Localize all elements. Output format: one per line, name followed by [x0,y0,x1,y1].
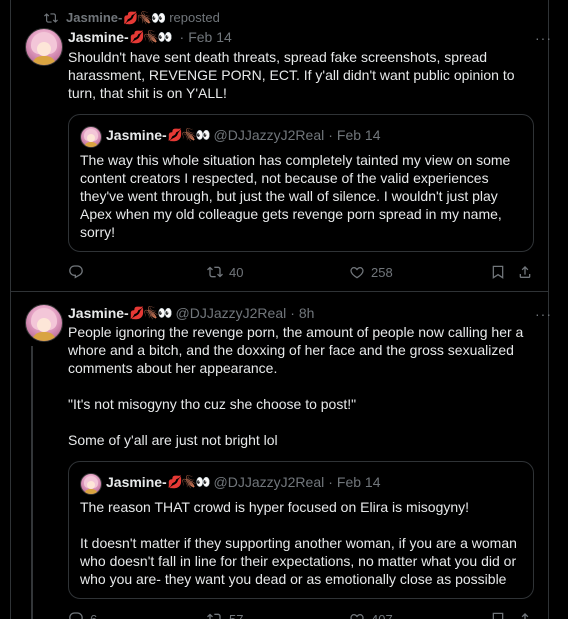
like-icon [350,614,364,619]
quote-user-name: Jasmine- [106,127,167,143]
quote-timestamp: Feb 14 [336,474,381,490]
quote-user-emoji: 💋🪳👀 [167,128,211,142]
quote-header: Jasmine- 💋🪳👀 @DJJazzyJ2Real · Feb 14 [106,474,380,490]
user-name[interactable]: Jasmine- [68,305,129,321]
repost-count: 40 [229,264,244,280]
reply-count: 6 [90,611,98,619]
column-border-left [10,0,11,619]
like-icon [350,267,364,279]
like-count: 258 [371,264,393,280]
repost-icon [207,613,221,619]
quote-text: The way this whole situation has complet… [80,152,511,240]
quote-header: Jasmine- 💋🪳👀 @DJJazzyJ2Real · Feb 14 [106,127,380,143]
quote-user-emoji: 💋🪳👀 [167,475,211,489]
share-icon [521,613,529,619]
like-count: 407 [371,611,393,619]
tweet-header: Jasmine- 💋🪳👀 @DJJazzyJ2Real · 8h [68,305,314,321]
repost-indicator[interactable]: Jasmine- 💋🪳👀 reposted [44,10,220,25]
reply-button[interactable] [68,264,90,280]
quote-avatar [80,473,102,495]
quote-user-handle: @DJJazzyJ2Real [213,127,325,143]
repost-user-emoji: 💋🪳👀 [123,10,166,25]
quoted-tweet[interactable]: Jasmine- 💋🪳👀 @DJJazzyJ2Real · Feb 14 The… [68,114,534,252]
timestamp[interactable]: 8h [299,305,315,321]
like-button[interactable]: 258 [349,264,393,280]
quote-avatar [80,126,102,148]
user-handle[interactable]: @DJJazzyJ2Real [176,305,287,321]
repost-user-name[interactable]: Jasmine- [66,10,122,25]
quoted-tweet[interactable]: Jasmine- 💋🪳👀 @DJJazzyJ2Real · Feb 14 The… [68,461,534,599]
separator-dot: · [328,127,333,143]
more-icon[interactable]: ··· [535,306,552,322]
separator-dot: · [290,305,295,321]
timeline: Jasmine- 💋🪳👀 reposted Jasmine- 💋🪳👀 · Feb… [0,0,568,619]
share-icon [519,266,531,278]
more-icon[interactable]: ··· [535,30,552,46]
tweet-header: Jasmine- 💋🪳👀 · Feb 14 [68,29,232,45]
tweet-text: People ignoring the revenge porn, the am… [68,324,524,448]
bookmark-button[interactable] [490,611,512,619]
avatar[interactable] [25,304,63,342]
repost-icon [44,12,58,23]
quote-user-handle: @DJJazzyJ2Real [213,474,325,490]
bookmark-icon [492,265,504,279]
reply-icon [69,265,83,279]
tweet-divider [11,291,548,292]
separator-dot: · [328,474,333,490]
share-button[interactable] [517,264,539,280]
repost-button[interactable]: 57 [207,611,243,619]
reply-icon [69,612,83,619]
timestamp[interactable]: Feb 14 [188,29,232,45]
user-name[interactable]: Jasmine- [68,29,129,45]
repost-count: 57 [229,611,244,619]
quote-text: The reason THAT crowd is hyper focused o… [80,499,517,587]
quote-user-name: Jasmine- [106,474,167,490]
repost-button[interactable]: 40 [207,264,243,280]
thread-line [31,346,33,619]
quote-timestamp: Feb 14 [336,127,381,143]
reply-button[interactable]: 6 [68,611,97,619]
like-button[interactable]: 407 [349,611,393,619]
tweet-text: Shouldn't have sent death threats, sprea… [68,49,515,101]
bookmark-icon [492,612,504,619]
user-emoji: 💋🪳👀 [129,30,173,44]
bookmark-button[interactable] [490,264,512,280]
avatar[interactable] [25,28,63,66]
user-emoji: 💋🪳👀 [129,306,173,320]
repost-icon [207,266,223,278]
separator-dot: · [179,29,185,45]
share-button[interactable] [517,611,539,619]
repost-label: reposted [169,10,220,25]
